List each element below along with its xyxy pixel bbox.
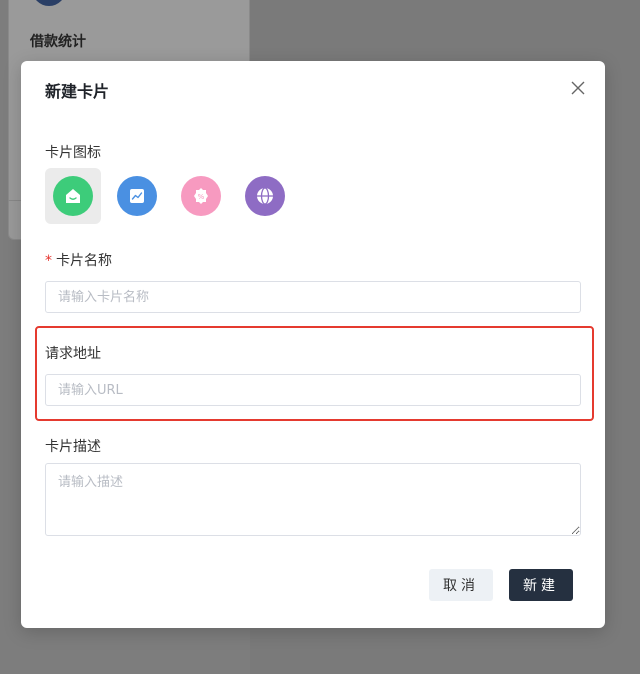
globe-icon (245, 176, 285, 216)
card-name-label-text: 卡片名称 (56, 253, 112, 269)
new-card-dialog: 新建卡片 卡片图标 % * 卡片名称 请输入卡片名称 请求地址 请输入URL 卡… (21, 61, 605, 628)
required-mark: * (45, 253, 52, 269)
trend-chart-icon (117, 176, 157, 216)
card-name-input[interactable] (45, 281, 581, 313)
close-icon[interactable] (571, 81, 585, 95)
request-url-label: 请求地址 (45, 346, 101, 362)
card-description-label: 卡片描述 (45, 439, 101, 455)
home-icon (53, 176, 93, 216)
icon-section-label: 卡片图标 (45, 145, 101, 161)
card-name-label: * 卡片名称 (45, 250, 112, 270)
icon-option-home[interactable] (45, 168, 101, 224)
svg-text:%: % (198, 193, 205, 201)
icon-option-trend[interactable] (109, 168, 165, 224)
dialog-title: 新建卡片 (45, 82, 110, 101)
icon-option-globe[interactable] (237, 168, 293, 224)
card-description-textarea[interactable] (45, 463, 581, 536)
request-url-input[interactable] (45, 374, 581, 406)
background-card-title: 借款统计 (30, 34, 86, 50)
discount-badge-icon: % (181, 176, 221, 216)
icon-option-discount[interactable]: % (173, 168, 229, 224)
cancel-button[interactable]: 取消 (429, 569, 493, 601)
divider (8, 200, 22, 201)
create-button[interactable]: 新建 (509, 569, 573, 601)
